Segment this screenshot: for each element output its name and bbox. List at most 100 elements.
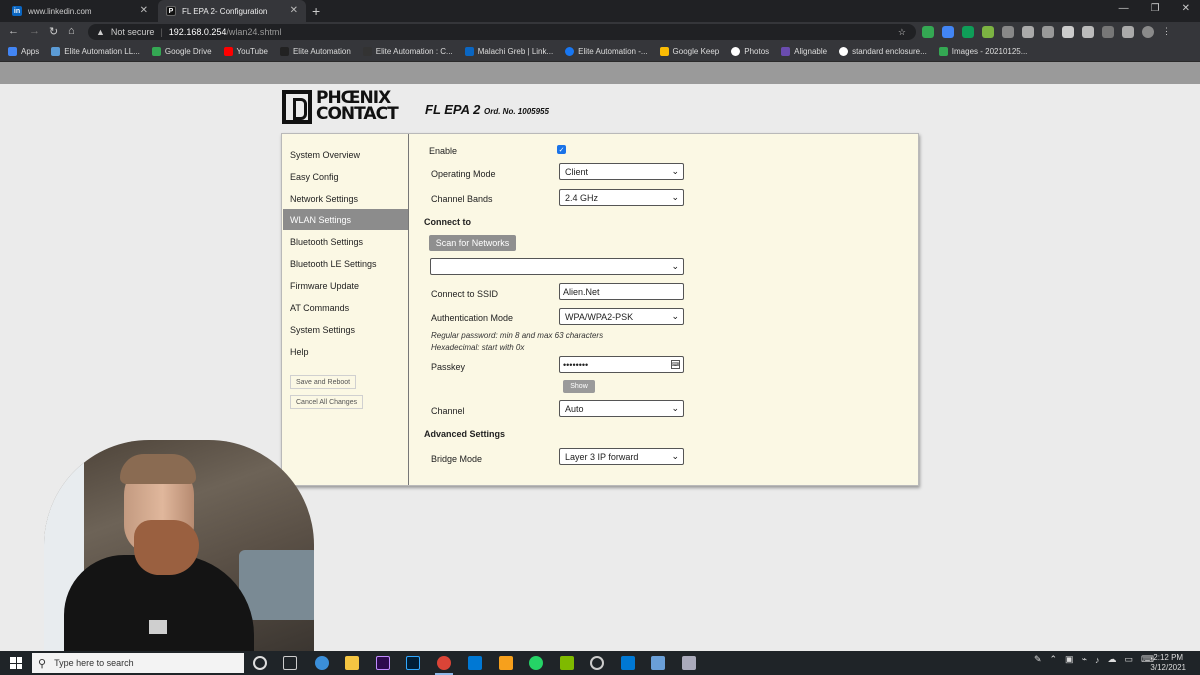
drive-extension-icon[interactable] bbox=[922, 26, 934, 38]
extension-icon[interactable] bbox=[982, 26, 994, 38]
chevron-down-icon: ⌄ bbox=[671, 451, 679, 461]
bookmark-apps[interactable]: Apps bbox=[8, 47, 39, 56]
mail-icon[interactable] bbox=[621, 656, 635, 670]
back-arrow-icon[interactable]: ← bbox=[8, 25, 19, 37]
pen-icon[interactable]: ✎ bbox=[1034, 654, 1042, 665]
google-keep-icon bbox=[659, 47, 669, 56]
channel-select[interactable]: Auto ⌄ bbox=[559, 400, 684, 417]
extension-icon[interactable] bbox=[962, 26, 974, 38]
sidebar-item-system-overview[interactable]: System Overview bbox=[283, 144, 408, 165]
bookmark-icon bbox=[51, 47, 61, 56]
network-select[interactable]: ⌄ bbox=[430, 258, 684, 275]
app-icon[interactable] bbox=[682, 656, 696, 670]
keyboard-icon[interactable]: ⌨ bbox=[671, 360, 680, 369]
network-icon[interactable]: ⌁ bbox=[1082, 654, 1087, 665]
close-window-icon[interactable]: ✕ bbox=[1182, 3, 1190, 14]
file-explorer-icon[interactable] bbox=[345, 656, 359, 670]
sidebar-item-system-settings[interactable]: System Settings bbox=[283, 319, 408, 340]
cortana-icon[interactable] bbox=[253, 656, 267, 670]
cloud-icon[interactable]: ☁ bbox=[1107, 654, 1116, 665]
bookmark-item[interactable]: standard enclosure... bbox=[839, 47, 927, 56]
extension-icon[interactable] bbox=[942, 26, 954, 38]
extension-icon[interactable] bbox=[1042, 26, 1054, 38]
bookmark-item[interactable]: Malachi Greb | Link... bbox=[464, 47, 553, 56]
bookmark-item[interactable]: Elite Automation -... bbox=[565, 47, 648, 56]
outlook-icon[interactable] bbox=[468, 656, 482, 670]
bookmark-item[interactable]: Elite Automation bbox=[279, 47, 351, 56]
close-icon[interactable]: ✕ bbox=[140, 5, 148, 16]
extension-icon[interactable] bbox=[1062, 26, 1074, 38]
show-passkey-button[interactable]: Show bbox=[563, 380, 595, 393]
bridge-mode-select[interactable]: Layer 3 IP forward ⌄ bbox=[559, 448, 684, 465]
sidebar-item-network-settings[interactable]: Network Settings bbox=[283, 188, 408, 209]
app-icon[interactable] bbox=[560, 656, 574, 670]
enable-checkbox[interactable]: ✓ bbox=[557, 145, 566, 154]
new-tab-icon[interactable]: + bbox=[312, 3, 320, 19]
extension-icon[interactable] bbox=[1102, 26, 1114, 38]
bookmark-item[interactable]: YouTube bbox=[223, 47, 268, 56]
bookmark-item[interactable]: Alignable bbox=[781, 47, 827, 56]
product-title: FL EPA 2 Ord. No. 1005955 bbox=[425, 102, 549, 117]
scan-networks-button[interactable]: Scan for Networks bbox=[429, 235, 516, 251]
sidebar-item-bluetooth-le-settings[interactable]: Bluetooth LE Settings bbox=[283, 253, 408, 274]
bookmark-item[interactable]: Elite Automation LL... bbox=[51, 47, 140, 56]
channel-bands-select[interactable]: 2.4 GHz ⌄ bbox=[559, 189, 684, 206]
chevron-down-icon: ⌄ bbox=[671, 166, 679, 176]
sidebar-item-bluetooth-settings[interactable]: Bluetooth Settings bbox=[283, 231, 408, 252]
operating-mode-select[interactable]: Client ⌄ bbox=[559, 163, 684, 180]
tab-linkedin[interactable]: in www.linkedin.com ✕ bbox=[4, 0, 156, 22]
save-reboot-button[interactable]: Save and Reboot bbox=[290, 375, 357, 389]
app-icon[interactable] bbox=[499, 656, 513, 670]
volume-icon[interactable]: ♪ bbox=[1095, 655, 1100, 665]
sidebar-nav: System Overview Easy Config Network Sett… bbox=[282, 134, 409, 485]
app-icon[interactable] bbox=[651, 656, 665, 670]
tab-configuration[interactable]: P FL EPA 2- Configuration ✕ bbox=[158, 0, 306, 22]
bookmark-item[interactable]: Photos bbox=[731, 47, 769, 56]
bookmark-item[interactable]: Images - 20210125... bbox=[938, 47, 1027, 56]
taskbar-search[interactable]: ⚲ Type here to search bbox=[32, 653, 244, 673]
taskbar-clock[interactable]: 2:12 PM 3/12/2021 bbox=[1150, 653, 1186, 673]
task-view-icon[interactable] bbox=[283, 656, 297, 670]
sidebar-item-wlan-settings[interactable]: WLAN Settings bbox=[283, 209, 408, 230]
auth-mode-select[interactable]: WPA/WPA2-PSK ⌄ bbox=[559, 308, 684, 325]
windows-start-icon[interactable] bbox=[10, 657, 22, 669]
extension-icon[interactable] bbox=[1082, 26, 1094, 38]
bookmark-item[interactable]: Elite Automation : C... bbox=[362, 47, 453, 56]
close-icon[interactable]: ✕ bbox=[290, 5, 298, 16]
display-icon[interactable]: ▭ bbox=[1124, 654, 1133, 665]
chrome-icon[interactable] bbox=[437, 656, 451, 670]
edge-icon[interactable] bbox=[315, 656, 329, 670]
google-icon bbox=[839, 47, 849, 56]
passkey-input[interactable]: •••••••• ⌨ bbox=[559, 356, 684, 373]
minimize-icon[interactable]: — bbox=[1119, 3, 1129, 14]
reload-icon[interactable]: ↻ bbox=[49, 25, 58, 38]
sidebar-item-help[interactable]: Help bbox=[283, 341, 408, 362]
profile-avatar[interactable] bbox=[1142, 26, 1154, 38]
menu-dots-icon[interactable]: ⋮ bbox=[1162, 26, 1174, 38]
restore-icon[interactable]: ❐ bbox=[1151, 3, 1160, 14]
puzzle-icon[interactable] bbox=[1122, 26, 1134, 38]
forward-arrow-icon[interactable]: → bbox=[29, 25, 40, 37]
app-icon[interactable] bbox=[590, 656, 604, 670]
bookmark-item[interactable]: Google Keep bbox=[659, 47, 719, 56]
passkey-label: Passkey bbox=[431, 362, 466, 372]
premiere-icon[interactable] bbox=[376, 656, 390, 670]
sidebar-item-at-commands[interactable]: AT Commands bbox=[283, 297, 408, 318]
extension-icon[interactable] bbox=[1022, 26, 1034, 38]
tab-title: www.linkedin.com bbox=[28, 6, 92, 16]
home-icon[interactable]: ⌂ bbox=[68, 25, 75, 37]
photoshop-icon[interactable] bbox=[406, 656, 420, 670]
chevron-up-icon[interactable]: ⌃ bbox=[1050, 654, 1058, 665]
sidebar-item-easy-config[interactable]: Easy Config bbox=[283, 166, 408, 187]
cancel-changes-button[interactable]: Cancel All Changes bbox=[290, 395, 364, 409]
sidebar-item-firmware-update[interactable]: Firmware Update bbox=[283, 275, 408, 296]
bookmark-item[interactable]: Google Drive bbox=[151, 47, 212, 56]
ssid-input[interactable]: Alien.Net bbox=[559, 283, 684, 300]
star-icon[interactable]: ☆ bbox=[898, 27, 906, 38]
meet-now-icon[interactable]: ▣ bbox=[1065, 654, 1074, 665]
channel-bands-label: Channel Bands bbox=[431, 194, 493, 204]
extension-icon[interactable] bbox=[1002, 26, 1014, 38]
phoenix-favicon-icon: P bbox=[166, 6, 176, 16]
url-bar[interactable]: ▲ Not secure | 192.168.0.254/wlan24.shtm… bbox=[88, 24, 916, 40]
whatsapp-icon[interactable] bbox=[529, 656, 543, 670]
